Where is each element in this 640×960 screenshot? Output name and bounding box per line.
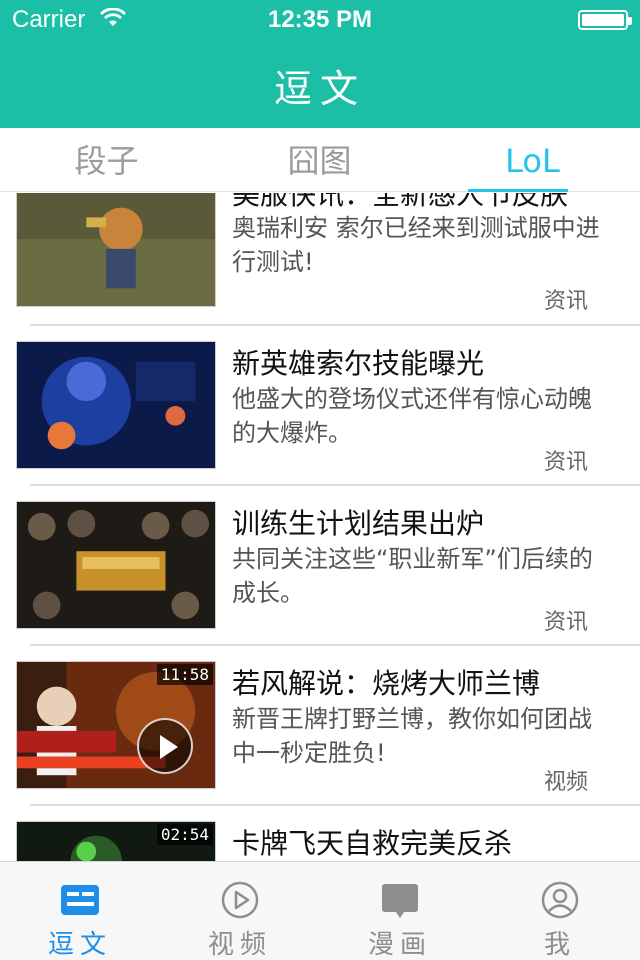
list-item[interactable]: 11:58 若风解说：烧烤大师兰博 新晋王牌打野兰博，教你如何团战中一秒定胜负!…	[0, 646, 640, 806]
thumbnail-image	[16, 501, 216, 629]
play-circle-icon	[221, 881, 259, 919]
list-item[interactable]: 美服快讯：全新感人节皮肤 奥瑞利安 索尔已经来到测试服中进行测试! 资讯	[0, 193, 640, 325]
item-tag: 资讯	[543, 289, 588, 314]
video-duration: 02:54	[156, 824, 213, 845]
video-thumbnail: 11:58	[16, 661, 216, 789]
thumbnail-image	[16, 341, 216, 469]
item-title: 新英雄索尔技能曝光	[232, 347, 485, 380]
tabbar-item-douwen[interactable]: 逗文	[0, 862, 160, 960]
tabbar-label: 逗文	[47, 930, 112, 960]
header: Carrier 12:35 PM 逗文	[0, 0, 640, 128]
tabbar-label: 我	[543, 930, 576, 960]
active-tab-indicator	[468, 189, 568, 192]
tabbar-item-comic[interactable]: 漫画	[320, 862, 480, 960]
tabbar-item-me[interactable]: 我	[480, 862, 640, 960]
item-title: 美服快讯：全新感人节皮肤	[232, 193, 569, 211]
battery-icon	[578, 10, 632, 30]
item-description: 共同关注这些“职业新军”们后续的成长。	[232, 545, 593, 607]
tab-lol[interactable]: LoL	[426, 128, 639, 192]
item-tag: 资讯	[543, 450, 588, 475]
status-bar: Carrier 12:35 PM	[0, 0, 640, 40]
thumbnail-image	[16, 193, 216, 307]
news-icon	[61, 885, 99, 915]
item-tag: 视频	[543, 770, 588, 795]
page-title: 逗文	[273, 67, 366, 111]
video-duration: 11:58	[156, 664, 213, 685]
tabbar-item-video[interactable]: 视频	[160, 862, 320, 960]
play-icon[interactable]	[137, 718, 193, 774]
video-thumbnail: 02:54	[16, 821, 216, 861]
list-item[interactable]: 新英雄索尔技能曝光 他盛大的登场仪式还伴有惊心动魄的大爆炸。 资讯	[0, 326, 640, 486]
item-description: 奥瑞利安 索尔已经来到测试服中进行测试!	[232, 214, 600, 276]
news-feed[interactable]: 美服快讯：全新感人节皮肤 奥瑞利安 索尔已经来到测试服中进行测试! 资讯 新英雄…	[0, 193, 640, 861]
comic-icon	[382, 884, 418, 918]
item-title: 卡牌飞天自救完美反杀	[232, 827, 513, 860]
list-item[interactable]: 02:54 卡牌飞天自救完美反杀	[0, 806, 640, 861]
tab-jiongtu[interactable]: 囧图	[213, 128, 426, 192]
item-title: 若风解说：烧烤大师兰博	[232, 667, 541, 700]
segment-tabs: 段子 囧图 LoL	[0, 128, 640, 192]
profile-icon	[541, 881, 579, 919]
bottom-tab-bar: 逗文 视频 漫画 我	[0, 861, 640, 960]
tabbar-label: 视频	[207, 930, 272, 960]
item-title: 训练生计划结果出炉	[232, 507, 485, 540]
list-item[interactable]: 训练生计划结果出炉 共同关注这些“职业新军”们后续的成长。 资讯	[0, 486, 640, 646]
item-description: 新晋王牌打野兰博，教你如何团战中一秒定胜负!	[232, 705, 592, 767]
status-time: 12:35 PM	[267, 6, 373, 33]
item-tag: 资讯	[543, 610, 588, 635]
tab-duanzi[interactable]: 段子	[0, 128, 213, 192]
tabbar-label: 漫画	[367, 930, 432, 960]
item-description: 他盛大的登场仪式还伴有惊心动魄的大爆炸。	[232, 385, 592, 447]
